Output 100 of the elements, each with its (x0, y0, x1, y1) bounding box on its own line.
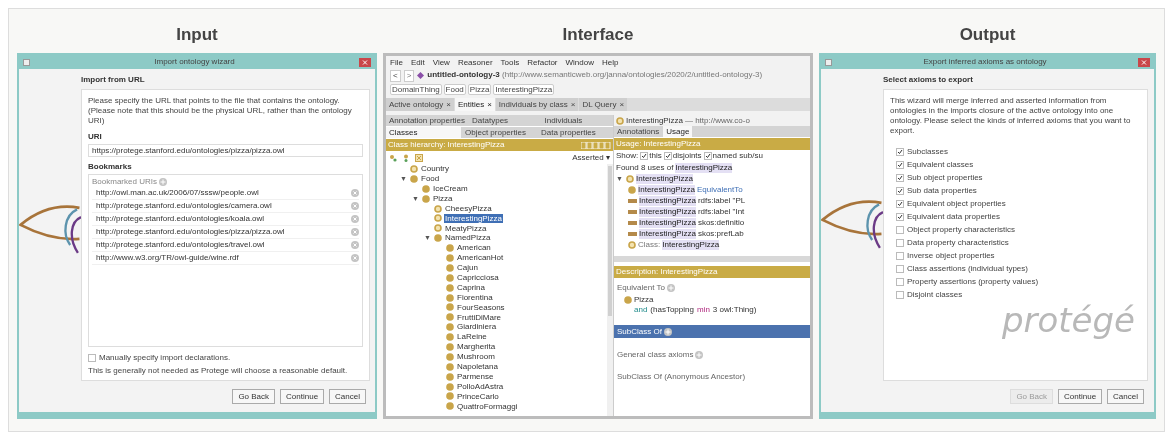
remove-icon[interactable] (351, 228, 359, 236)
checkbox[interactable] (896, 265, 904, 273)
checkbox[interactable] (896, 200, 904, 208)
tree-item[interactable]: American (456, 243, 492, 253)
menu-item[interactable]: View (432, 57, 450, 68)
tree-item[interactable]: CheesyPizza (444, 203, 493, 214)
checkbox[interactable] (663, 152, 672, 160)
tree-item[interactable]: Fiorentina (456, 292, 494, 303)
checkbox[interactable] (896, 278, 904, 286)
tree-item[interactable]: Caprina (456, 282, 486, 293)
checkbox[interactable] (896, 148, 904, 156)
close-icon[interactable] (359, 57, 371, 67)
tree-item[interactable]: Giardiniera (456, 322, 498, 332)
scrollbar-thumb[interactable] (608, 166, 612, 316)
menu-item[interactable]: File (390, 57, 403, 68)
remove-icon[interactable] (351, 241, 359, 249)
add-icon[interactable] (666, 284, 675, 292)
tab-close[interactable]: × (446, 99, 451, 110)
checkbox-label: disjoints (672, 151, 702, 161)
remove-icon[interactable] (351, 254, 359, 262)
menu-item[interactable]: Help (601, 57, 619, 68)
menu-item[interactable]: Refactor (527, 57, 558, 68)
tree-item[interactable]: MeatyPizza (444, 223, 488, 234)
mode-dropdown[interactable]: Asserted ▾ (572, 152, 610, 163)
tab-close[interactable]: × (619, 99, 625, 110)
checkbox[interactable] (703, 152, 712, 160)
add-icon[interactable] (158, 178, 167, 186)
dialog-button[interactable]: Go Back (232, 389, 276, 404)
delete-icon[interactable] (415, 153, 423, 162)
menu-item[interactable]: Reasoner (457, 57, 493, 68)
remove-icon[interactable] (351, 202, 359, 210)
tab[interactable]: Usage (663, 126, 693, 137)
add-icon[interactable] (663, 327, 672, 336)
tree-item[interactable]: Capricciosa (456, 273, 500, 283)
tree-item[interactable]: FruttiDiMare (456, 312, 502, 323)
tree-item[interactable]: PolloAdAstra (456, 381, 505, 392)
usage-subject: InterestingPizza (639, 195, 696, 206)
add-icon[interactable] (695, 351, 704, 359)
checkbox[interactable] (896, 291, 904, 299)
tab[interactable]: DL Query × (579, 98, 628, 111)
add-sibling-icon[interactable] (402, 153, 410, 162)
dialog-button[interactable]: Cancel (1107, 389, 1144, 404)
bookmark-url[interactable]: http://protege.stanford.edu/ontologies/travel.owl (96, 240, 265, 250)
remove-icon[interactable] (351, 189, 359, 197)
bookmark-url[interactable]: http://owl.man.ac.uk/2006/07/sssw/people.owl (96, 188, 259, 198)
tree-item[interactable]: Food (420, 174, 441, 184)
close-icon[interactable] (1138, 57, 1150, 67)
menu-item[interactable]: Edit (410, 57, 425, 68)
tab[interactable]: Classes (386, 127, 461, 138)
tree-item[interactable]: NamedPizza (444, 233, 492, 243)
checkbox[interactable] (896, 187, 904, 195)
checkbox[interactable] (88, 354, 96, 362)
tab[interactable]: Individuals by class × (495, 98, 579, 111)
tree-item[interactable]: Margherita (456, 342, 497, 352)
tree-item[interactable]: InterestingPizza (444, 213, 503, 224)
checkbox[interactable] (896, 252, 904, 260)
tree-item[interactable]: FourSeasons (456, 302, 506, 313)
tab[interactable]: Active ontology × (386, 98, 454, 111)
tab-close[interactable]: × (570, 99, 576, 110)
tab-close[interactable]: × (487, 99, 492, 110)
breadcrumb-item[interactable]: Food (443, 83, 466, 95)
tree-item[interactable]: Mushroom (456, 352, 496, 362)
checkbox[interactable] (896, 174, 904, 182)
bookmark-url[interactable]: http://www.w3.org/TR/owl-guide/wine.rdf (96, 253, 239, 263)
tree-item[interactable]: Pizza (432, 193, 454, 204)
tree-item[interactable]: Cajun (456, 263, 479, 273)
tree-item[interactable]: AmericanHot (456, 253, 505, 263)
entity-title: InterestingPizza (626, 115, 683, 126)
breadcrumb-item[interactable]: Pizza (467, 83, 492, 95)
back-button[interactable]: < (390, 70, 401, 82)
bookmark-url[interactable]: http://protege.stanford.edu/ontologies/camera.owl (96, 201, 272, 211)
tree-item[interactable]: Country (420, 164, 450, 174)
checkbox[interactable] (896, 213, 904, 221)
uri-field[interactable]: https://protege.stanford.edu/ontologies/pizza/pizza.owl (88, 144, 363, 157)
dialog-button[interactable]: Continue (280, 389, 325, 404)
view-controls-icon[interactable] (581, 141, 611, 149)
tree-item[interactable]: QuattroFormaggi (456, 401, 519, 412)
tree-item[interactable]: LaReine (456, 332, 488, 342)
dialog-button[interactable]: Cancel (329, 389, 366, 404)
entity-link[interactable]: InterestingPizza (675, 162, 733, 173)
tree-item[interactable]: IceCream (432, 183, 469, 194)
bookmark-url[interactable]: http://protege.stanford.edu/ontologies/pizza/pizza.owl (96, 227, 285, 237)
tree-item[interactable]: PrinceCarlo (456, 391, 500, 402)
tree-item[interactable]: Parmense (456, 371, 495, 382)
tab[interactable]: Entities × (454, 98, 495, 111)
checkbox[interactable] (896, 239, 904, 247)
breadcrumb-item[interactable]: InterestingPizza (493, 83, 555, 95)
checkbox[interactable] (896, 226, 904, 234)
bookmark-url[interactable]: http://protege.stanford.edu/ontologies/koala.owl (96, 214, 265, 224)
remove-icon[interactable] (351, 215, 359, 223)
dialog-button[interactable]: Continue (1058, 389, 1103, 404)
forward-button[interactable]: > (403, 70, 415, 82)
breadcrumb-item[interactable]: DomainThing (390, 83, 442, 95)
menu-item[interactable]: Tools (500, 57, 520, 68)
menu-item[interactable]: Window (565, 57, 594, 68)
panel-heading: Input (175, 24, 219, 46)
checkbox[interactable] (896, 161, 904, 169)
checkbox[interactable] (640, 152, 649, 160)
tree-item[interactable]: Napoletana (456, 362, 499, 372)
add-subclass-icon[interactable] (389, 153, 397, 162)
